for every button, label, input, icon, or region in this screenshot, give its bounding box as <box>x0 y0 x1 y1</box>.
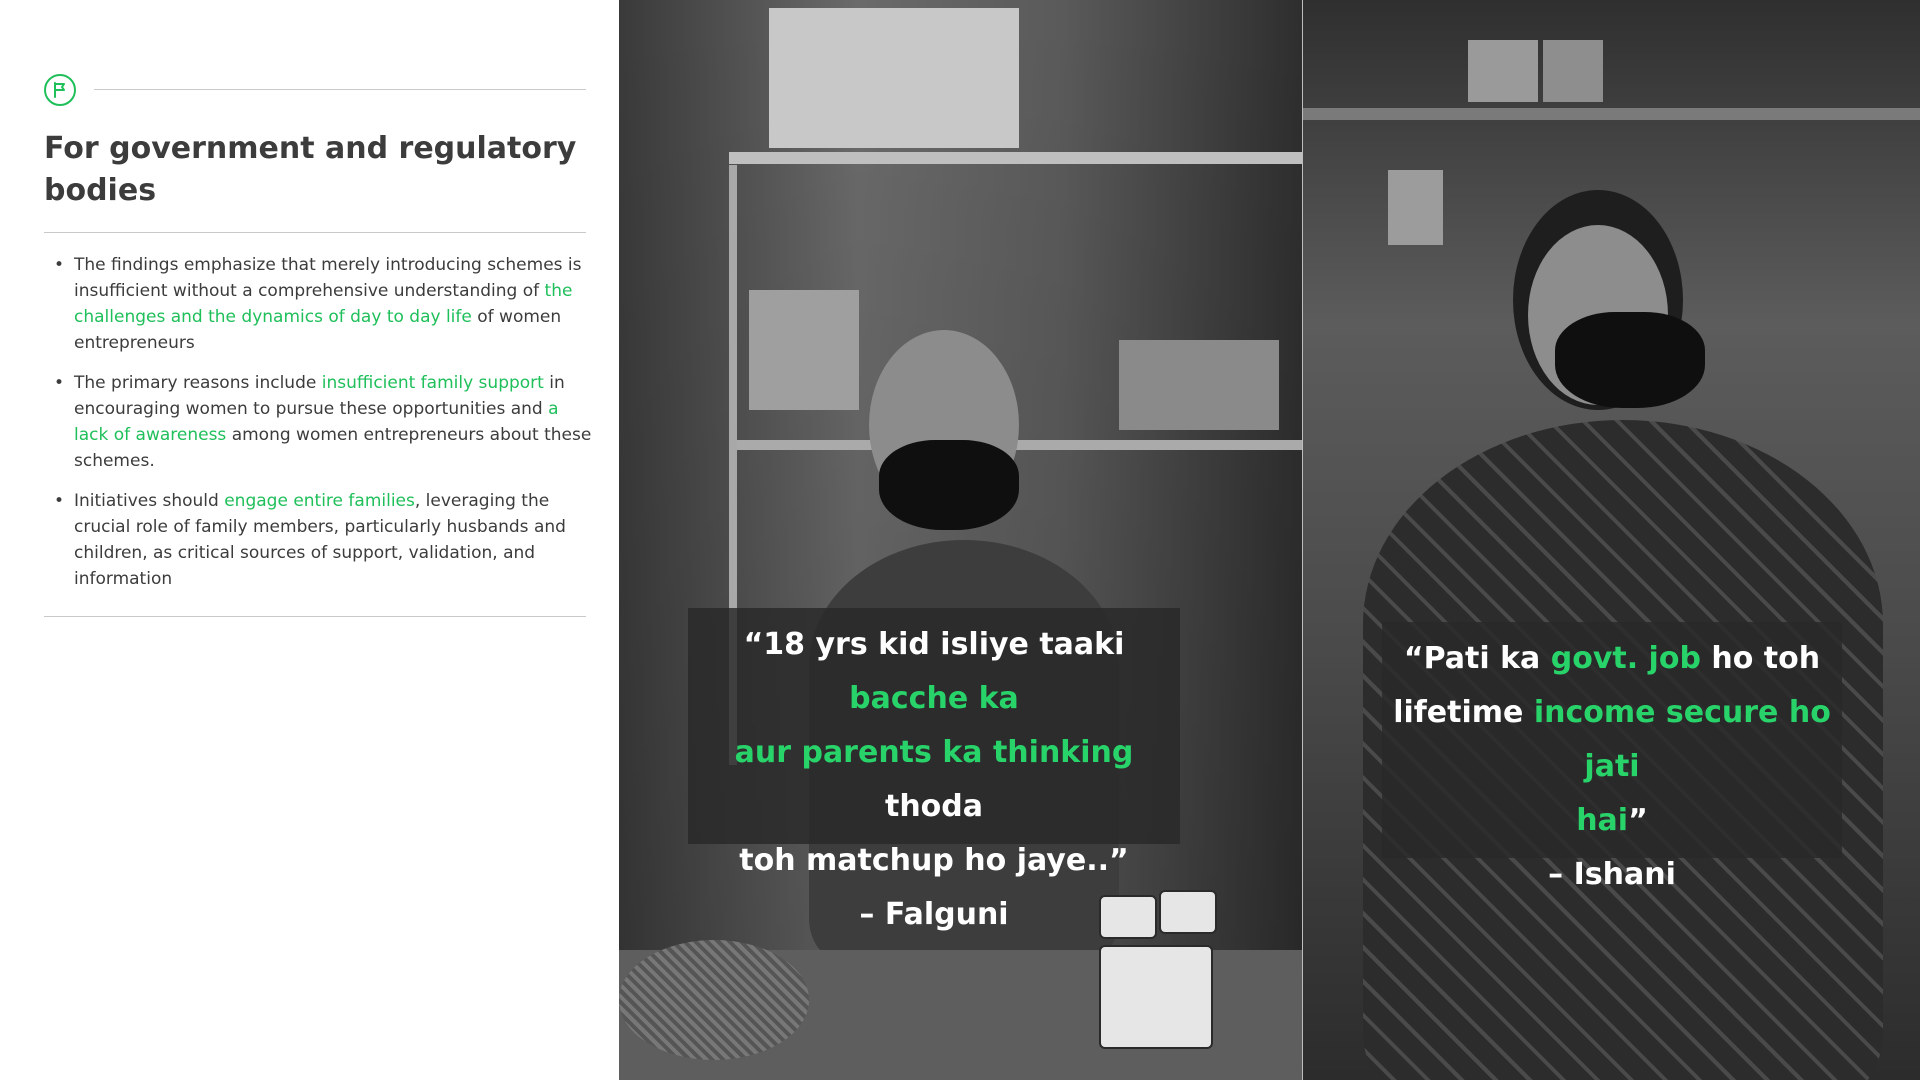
quote-highlight: hai <box>1576 803 1629 838</box>
bullet-item: • Initiatives should engage entire famili… <box>44 488 596 592</box>
bullet-list: • The findings emphasize that merely intr… <box>44 252 596 606</box>
photo-shelf-box <box>749 290 859 410</box>
highlight-text: insufficient family support <box>321 373 544 393</box>
quote-text: ho toh <box>1700 641 1821 676</box>
photo-shelf-box <box>769 8 1019 148</box>
quote-highlight: income secure ho jati <box>1533 695 1831 784</box>
quote-text: “Pati ka <box>1403 641 1551 676</box>
bullet-marker: • <box>54 255 65 275</box>
face-mask <box>879 440 1019 530</box>
quote-box-ishani: “Pati ka govt. job ho toh lifetime income… <box>1382 622 1842 892</box>
quote-line: lifetime income secure ho jati <box>1392 686 1832 794</box>
quote-author: – Ishani <box>1548 857 1676 892</box>
bullet-marker: • <box>54 491 65 511</box>
quote-line: “Pati ka govt. job ho toh <box>1392 632 1832 686</box>
photo-frame <box>1468 40 1538 102</box>
quote-line: hai” <box>1392 794 1832 848</box>
quote-highlight: govt. job <box>1550 641 1701 676</box>
quote-text: thoda <box>884 789 984 824</box>
quote-highlight: bacche ka <box>849 681 1019 716</box>
flag-icon <box>44 74 76 106</box>
title-divider <box>44 232 586 233</box>
text-panel: For government and regulatory bodies • Th… <box>0 0 619 1080</box>
bullet-text: The findings emphasize that merely intro… <box>74 255 582 301</box>
section-header <box>44 74 586 108</box>
quote-box-falguni: “18 yrs kid isliye taaki bacche ka aur pa… <box>688 608 1180 932</box>
photo-shelf <box>729 152 1302 164</box>
photo-basket <box>619 940 809 1060</box>
quote-text: ” <box>1628 803 1648 838</box>
quote-line: “18 yrs kid isliye taaki bacche ka <box>698 618 1170 726</box>
photo-frame <box>1543 40 1603 102</box>
quote-text: toh matchup ho jaye..” <box>739 843 1129 878</box>
header-divider <box>94 89 586 90</box>
bullet-item: • The findings emphasize that merely intr… <box>44 252 596 356</box>
quote-text: lifetime <box>1393 695 1534 730</box>
slide: For government and regulatory bodies • Th… <box>0 0 1920 1080</box>
quote-line: aur parents ka thinking thoda <box>698 726 1170 834</box>
quote-text: “18 yrs kid isliye taaki <box>743 627 1125 662</box>
bottom-divider <box>44 616 586 617</box>
bullet-item: • The primary reasons include insufficien… <box>44 370 596 474</box>
section-title: For government and regulatory bodies <box>44 131 577 208</box>
highlight-text: engage entire families <box>224 491 415 511</box>
quote-line: toh matchup ho jaye..” <box>698 834 1170 888</box>
face-mask <box>1555 312 1705 408</box>
quote-author: – Falguni <box>859 897 1009 932</box>
quote-highlight: aur parents ka thinking <box>734 735 1134 770</box>
photo-shelf <box>1303 108 1920 120</box>
bullet-text: The primary reasons include <box>74 373 322 393</box>
photo-shelf <box>737 440 1302 450</box>
photo-frame <box>1388 170 1443 245</box>
photo-jar <box>1099 945 1213 1049</box>
photo-ishani <box>1303 0 1920 1080</box>
photo-shelf-box <box>1119 340 1279 430</box>
bullet-marker: • <box>54 373 65 393</box>
bullet-text: Initiatives should <box>74 491 225 511</box>
